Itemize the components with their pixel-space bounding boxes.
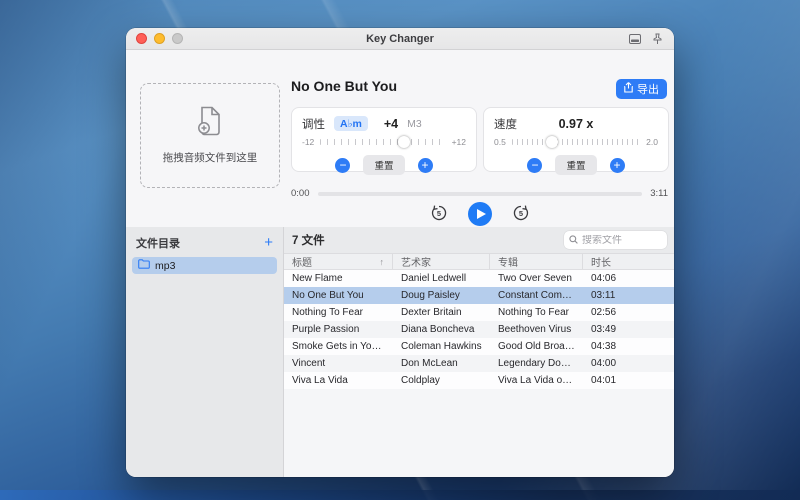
sidebar: 文件目录 + mp3 [126,227,284,477]
current-time: 0:00 [291,188,310,199]
speed-slider[interactable] [512,139,640,145]
window-layout-icon[interactable] [629,34,641,44]
key-reset-button[interactable]: 重置 [363,155,404,175]
table-row[interactable]: Smoke Gets in Your EyesColeman HawkinsGo… [284,338,674,355]
editor-area: 拖拽音频文件到这里 No One But You 导出 调性 A♭m +4 M3… [126,50,674,227]
sort-ascending-icon: ↑ [380,257,385,267]
play-icon [477,209,486,219]
svg-text:5: 5 [436,209,440,218]
speed-slider-thumb[interactable] [546,136,558,148]
song-title: No One But You [291,78,397,94]
audio-dropzone[interactable]: 拖拽音频文件到这里 [140,83,280,188]
dropzone-label: 拖拽音频文件到这里 [163,150,258,165]
progress-bar[interactable] [318,192,643,196]
sidebar-item-mp3[interactable]: mp3 [132,257,277,274]
speed-panel: 速度 0.97 x 0.5 2.0 − 重置 + [483,107,669,172]
table-row[interactable]: Purple PassionDiana BonchevaBeethoven Vi… [284,321,674,338]
table-row[interactable]: New FlameDaniel LedwellTwo Over Seven04:… [284,270,674,287]
add-file-icon [197,106,223,141]
app-window: Key Changer 拖拽音频文件到这里 No [126,28,674,477]
table-row[interactable]: No One But YouDoug PaisleyConstant Compa… [284,287,674,304]
search-box[interactable] [564,231,667,249]
key-panel-label: 调性 [302,116,325,132]
share-icon [624,82,633,96]
speed-slider-max: 2.0 [646,137,658,147]
key-offset-value: +4 [384,117,398,131]
window-title: Key Changer [126,33,674,45]
zoom-window-button[interactable] [172,33,183,44]
key-slider-min: -12 [302,137,314,147]
close-window-button[interactable] [136,33,147,44]
add-folder-button[interactable]: + [264,237,273,249]
total-time: 3:11 [650,188,668,199]
key-interval: M3 [407,118,422,130]
file-count: 7 文件 [292,232,325,248]
svg-text:5: 5 [518,209,522,218]
column-header-artist[interactable]: 艺术家 [393,254,490,269]
table-row[interactable]: VincentDon McLeanLegendary Don McLean04:… [284,355,674,372]
table-row[interactable]: Nothing To FearDexter BritainNothing To … [284,304,674,321]
search-input[interactable] [582,235,662,246]
key-slider-max: +12 [452,137,466,147]
column-header-duration[interactable]: 时长 [583,254,674,269]
key-panel: 调性 A♭m +4 M3 -12 +12 − 重置 + [291,107,477,172]
speed-reset-button[interactable]: 重置 [555,155,596,175]
key-badge: A♭m [334,116,368,131]
library-table: 7 文件 标题 ↑ 艺术家 专辑 时长 New FlameDaniel Ledw… [284,227,674,477]
key-slider-thumb[interactable] [398,136,410,148]
pin-icon[interactable] [653,33,662,45]
key-increase-button[interactable]: + [418,158,433,173]
speed-decrease-button[interactable]: − [527,158,542,173]
skip-back-5-button[interactable]: 5 [430,204,448,225]
play-button[interactable] [468,202,492,226]
column-header-title[interactable]: 标题 ↑ [284,254,393,269]
speed-slider-min: 0.5 [494,137,506,147]
minimize-window-button[interactable] [154,33,165,44]
key-slider[interactable] [320,139,445,145]
key-decrease-button[interactable]: − [335,158,350,173]
speed-increase-button[interactable]: + [610,158,625,173]
skip-forward-5-button[interactable]: 5 [512,204,530,225]
sidebar-title: 文件目录 [136,235,180,251]
search-icon [569,231,578,249]
column-header-album[interactable]: 专辑 [490,254,583,269]
table-row[interactable]: Viva La VidaColdplayViva La Vida or Deat… [284,372,674,389]
folder-icon [138,259,150,272]
export-button[interactable]: 导出 [616,79,667,99]
table-header: 标题 ↑ 艺术家 专辑 时长 [284,254,674,270]
titlebar: Key Changer [126,28,674,50]
speed-value: 0.97 x [494,117,658,131]
